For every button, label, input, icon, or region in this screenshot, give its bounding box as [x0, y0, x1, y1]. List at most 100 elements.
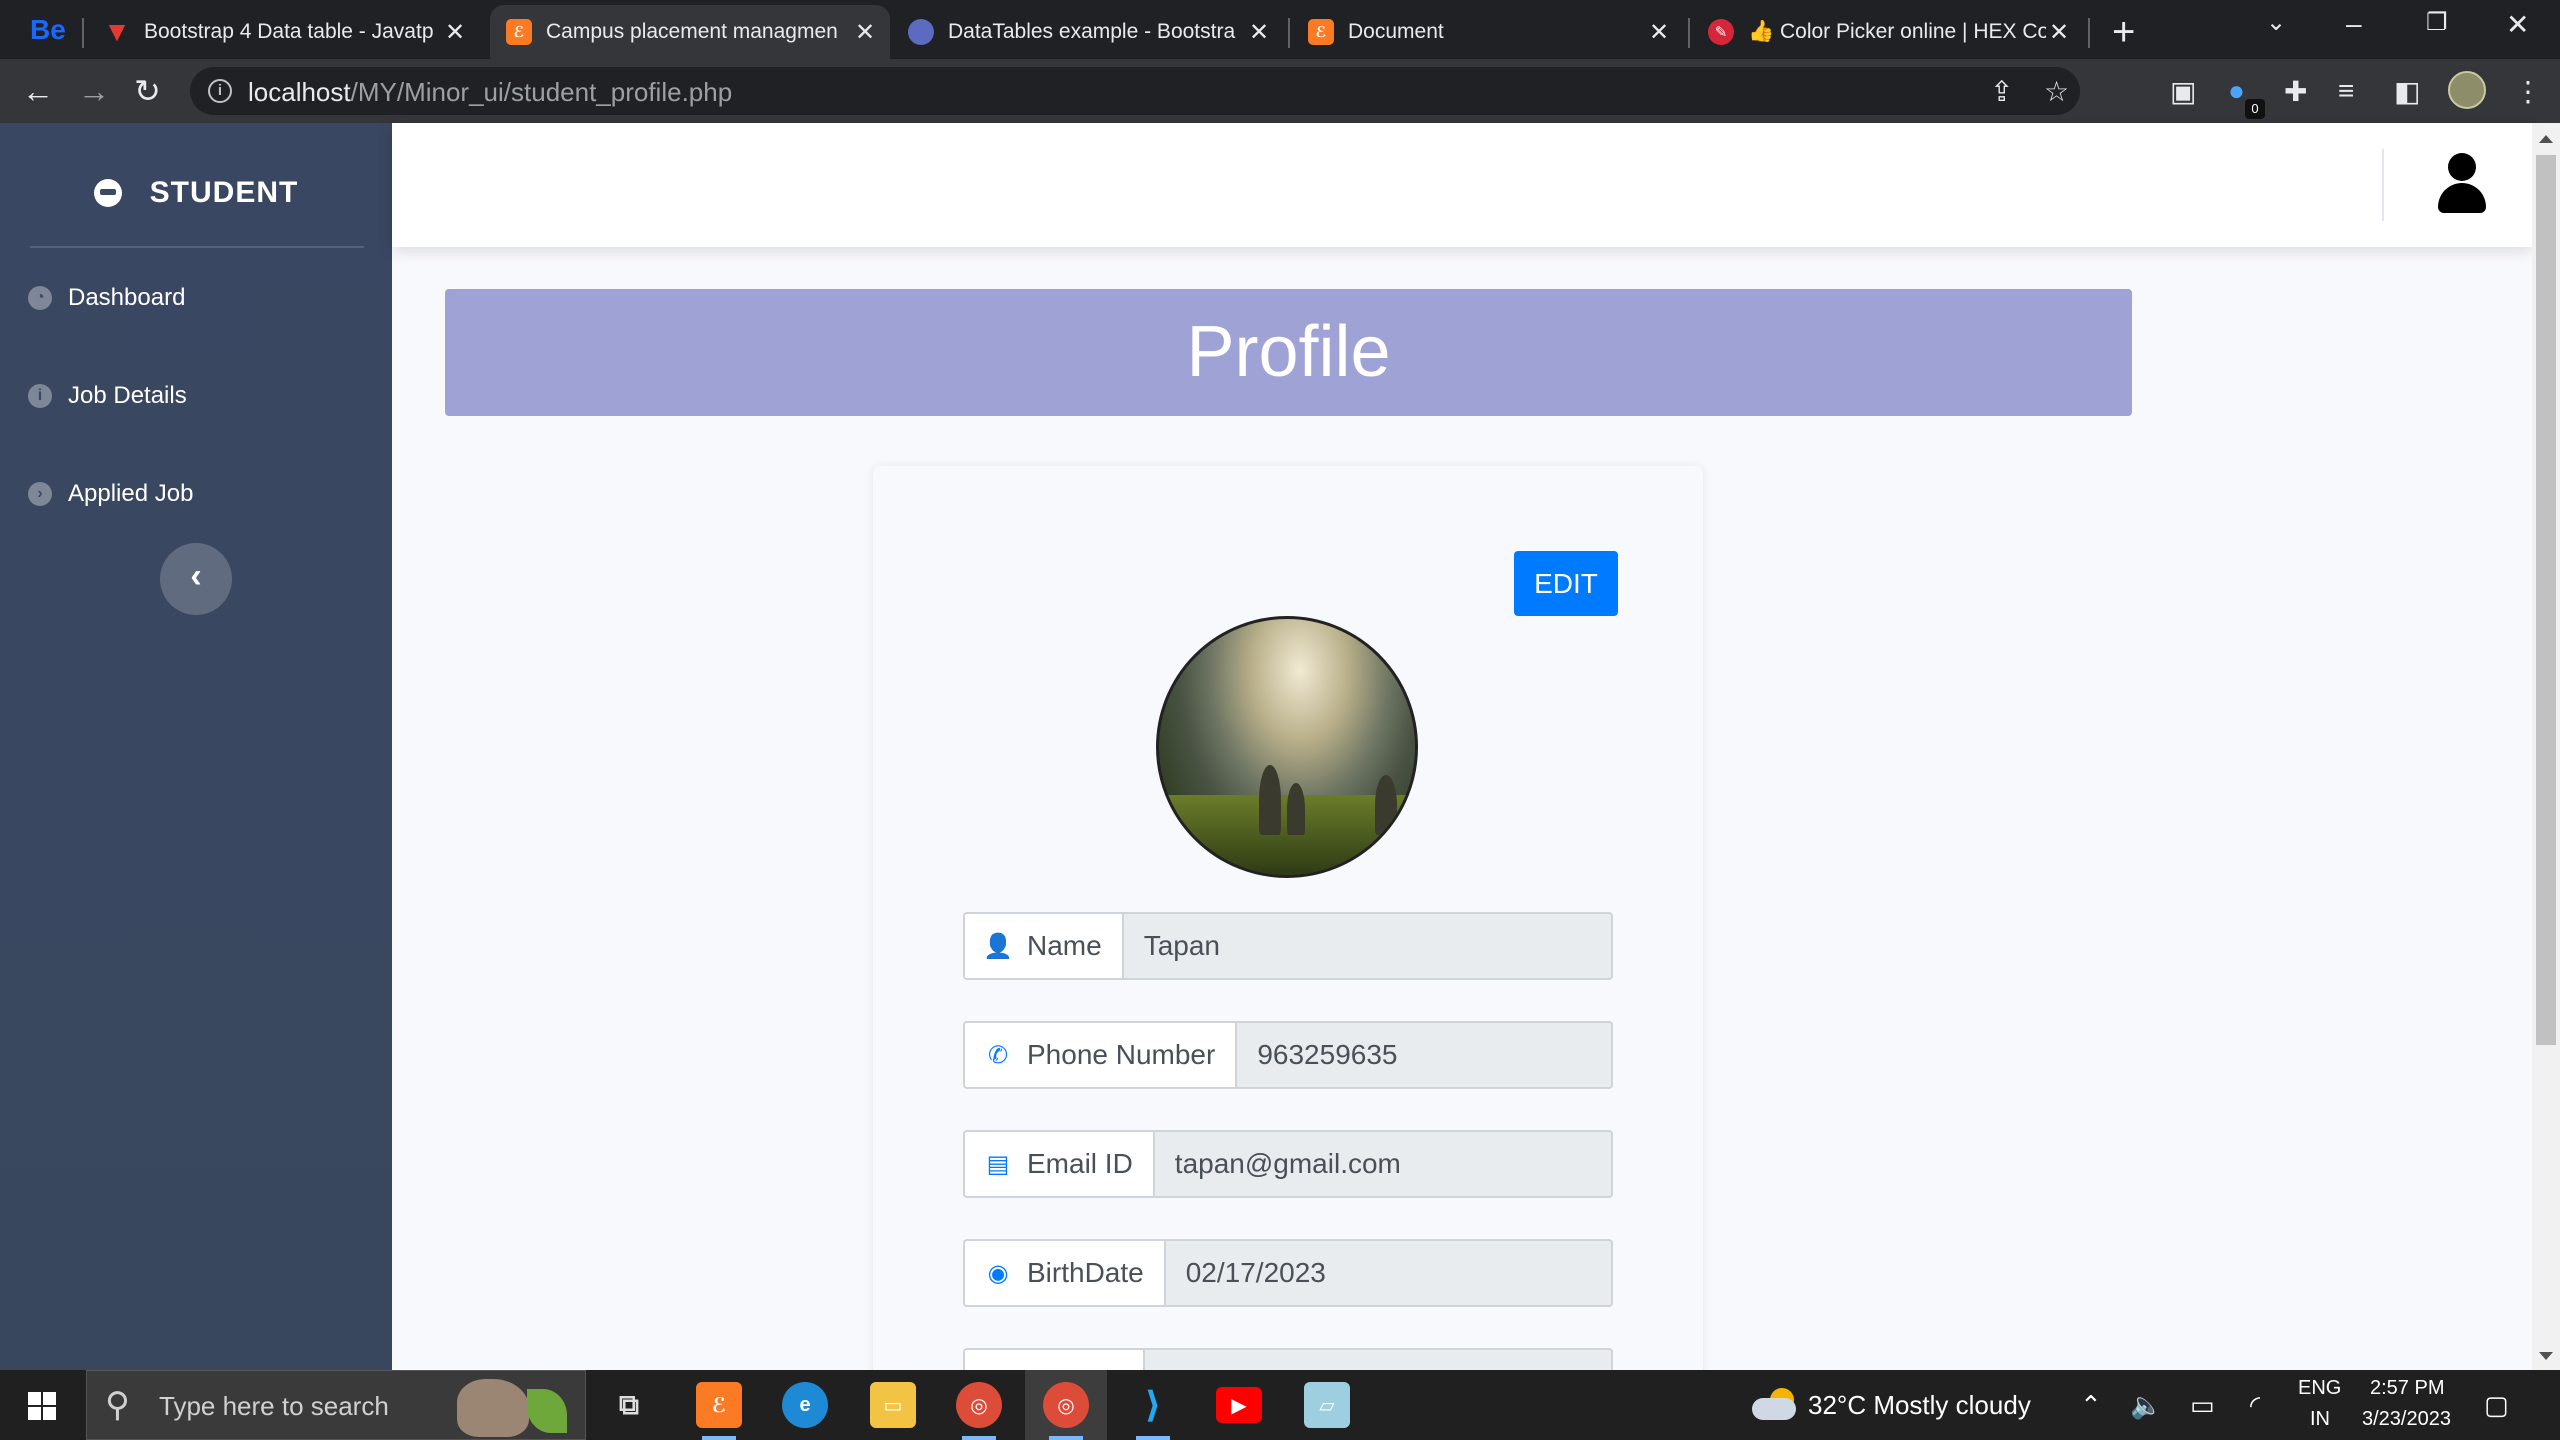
notification-icon[interactable]: ▢ [2484, 1390, 2509, 1421]
sidebar-item-label: Dashboard [68, 284, 186, 311]
close-icon[interactable]: ✕ [2046, 18, 2072, 47]
brand-label: STUDENT [149, 176, 299, 209]
close-icon[interactable]: ✕ [1246, 18, 1272, 47]
sidebar-item-dashboard[interactable]: ◔ Dashboard [28, 278, 185, 318]
name-input-group: 👤 Name Tapan [963, 912, 1613, 980]
phone-icon: ✆ [987, 1041, 1009, 1069]
search-highlight-image [457, 1379, 529, 1437]
page-scrollbar[interactable] [2532, 123, 2560, 1370]
share-icon[interactable]: ⇪ [1990, 75, 2013, 108]
page-title: Profile [445, 289, 2132, 416]
search-placeholder: Type here to search [159, 1391, 389, 1421]
chrome-active-icon[interactable]: ◎ [1043, 1382, 1089, 1440]
tab-separator [1688, 18, 1690, 48]
battery-icon[interactable]: ▭ [2190, 1390, 2215, 1421]
volume-icon[interactable]: 🔈 [2130, 1390, 2162, 1421]
top-navbar [392, 123, 2532, 247]
windows-start-icon[interactable] [28, 1392, 56, 1420]
wifi-icon[interactable]: ◜ [2250, 1390, 2260, 1421]
url-text[interactable]: localhost/MY/Minor_ui/student_profile.ph… [248, 77, 732, 108]
tab-separator [1288, 18, 1290, 48]
sidebar-brand[interactable]: STUDENT [0, 163, 392, 223]
forward-button[interactable]: → [78, 71, 110, 111]
sidebar: STUDENT ◔ Dashboard i Job Details › Appl… [0, 123, 392, 1370]
extension-icon[interactable]: ▣ [2170, 75, 2196, 108]
name-label: 👤 Name [963, 912, 1122, 980]
chevron-up-icon[interactable]: ⌃ [2080, 1390, 2102, 1421]
email-input-group: ▤ Email ID tapan@gmail.com [963, 1130, 1613, 1198]
sidebar-item-label: Job Details [68, 382, 187, 409]
scroll-down-arrow-icon[interactable] [2539, 1352, 2553, 1360]
dashboard-icon: ◔ [28, 286, 52, 310]
behance-pinned-tab[interactable]: Be [30, 14, 66, 46]
vivaldi-v-icon: ▼ [103, 16, 131, 47]
address-bar[interactable]: i localhost/MY/Minor_ui/student_profile.… [190, 67, 2080, 115]
site-info-icon[interactable]: i [208, 79, 232, 103]
extension-ghost-icon[interactable]: ● [2228, 75, 2245, 107]
close-icon[interactable]: ✕ [442, 18, 468, 47]
language-bottom[interactable]: IN [2310, 1408, 2330, 1431]
tab-title: DataTables example - Bootstra [948, 20, 1236, 43]
taskbar-search-box[interactable]: ⚲ Type here to search [86, 1370, 586, 1440]
tab-document[interactable]: ℰ Document ✕ [1292, 5, 1684, 59]
close-icon[interactable]: ✕ [1646, 18, 1672, 47]
side-panel-icon[interactable]: ◧ [2394, 75, 2420, 108]
tab-title: Document [1348, 20, 1444, 43]
bookmark-star-icon[interactable]: ☆ [2044, 75, 2069, 108]
clock-time[interactable]: 2:57 PM [2370, 1377, 2444, 1400]
minimize-button[interactable]: – [2346, 8, 2362, 40]
phone-input-group: ✆ Phone Number 963259635 [963, 1021, 1613, 1089]
name-field[interactable]: Tapan [1121, 912, 1613, 980]
next-input-group-partial [963, 1348, 1613, 1370]
edit-button[interactable]: EDIT [1514, 551, 1618, 616]
xampp-taskbar-icon[interactable]: ℰ [696, 1382, 742, 1440]
tab-datatables-example[interactable]: DataTables example - Bootstra ✕ [892, 5, 1284, 59]
windows-taskbar: ⚲ Type here to search ⧉ ℰ e ▭ ◎ ◎ ⟩ ▶ ▱ … [0, 1370, 2560, 1440]
smile-icon [93, 179, 122, 207]
reload-button[interactable]: ↻ [134, 71, 161, 111]
dot-circle-icon: ◉ [987, 1259, 1009, 1287]
sidebar-toggle-button[interactable]: ‹ [160, 543, 232, 615]
profile-avatar[interactable] [2448, 71, 2486, 109]
email-field[interactable]: tapan@gmail.com [1152, 1130, 1613, 1198]
tab-title: Campus placement managmen [546, 20, 838, 43]
tab-color-picker[interactable]: ✎ 👍 Color Picker online | HEX Co ✕ [1692, 5, 2084, 59]
tab-bootstrap-datatable[interactable]: ▼ Bootstrap 4 Data table - Javatp ✕ [88, 5, 480, 59]
clock-date[interactable]: 3/23/2023 [2362, 1408, 2451, 1431]
restore-button[interactable]: ❐ [2426, 8, 2448, 37]
phone-field[interactable]: 963259635 [1235, 1021, 1613, 1089]
close-icon[interactable]: ✕ [852, 18, 878, 47]
tab-search-icon[interactable]: ⌄ [2266, 8, 2286, 37]
new-tab-button[interactable]: + [2112, 10, 2135, 55]
birthdate-field[interactable]: 02/17/2023 [1163, 1239, 1613, 1307]
youtube-icon[interactable]: ▶ [1216, 1387, 1262, 1423]
chrome-icon[interactable]: ◎ [956, 1382, 1002, 1440]
reading-list-icon[interactable]: ≡ [2338, 75, 2354, 107]
language-top[interactable]: ENG [2298, 1377, 2341, 1400]
browser-toolbar: ← → ↻ i localhost/MY/Minor_ui/student_pr… [0, 59, 2560, 123]
edge-icon[interactable]: e [782, 1382, 828, 1428]
sidebar-item-job-details[interactable]: i Job Details [28, 376, 187, 416]
user-icon: 👤 [983, 932, 1013, 960]
puzzle-icon[interactable]: ✚ [2284, 75, 2307, 108]
weather-icon[interactable] [1752, 1388, 1796, 1420]
weather-text[interactable]: 32°C Mostly cloudy [1808, 1390, 2031, 1421]
task-view-icon[interactable]: ⧉ [606, 1382, 652, 1428]
sidebar-divider [30, 246, 364, 248]
tab-separator [2088, 18, 2090, 48]
tab-campus-placement[interactable]: ℰ Campus placement managmen ✕ [490, 5, 890, 59]
close-window-button[interactable]: ✕ [2506, 8, 2529, 41]
user-icon[interactable] [2432, 153, 2492, 215]
vscode-icon[interactable]: ⟩ [1130, 1382, 1176, 1440]
birthdate-input-group: ◉ BirthDate 02/17/2023 [963, 1239, 1613, 1307]
topbar-divider [2382, 149, 2384, 221]
datatables-icon [908, 19, 934, 45]
scroll-up-arrow-icon[interactable] [2539, 135, 2553, 143]
back-button[interactable]: ← [22, 71, 54, 111]
notepad-icon[interactable]: ▱ [1304, 1382, 1350, 1428]
file-explorer-icon[interactable]: ▭ [870, 1382, 916, 1428]
sidebar-item-applied-job[interactable]: › Applied Job [28, 474, 193, 514]
menu-kebab-icon[interactable]: ⋮ [2514, 75, 2542, 108]
xampp-icon: ℰ [1308, 19, 1334, 45]
scrollbar-thumb[interactable] [2536, 155, 2556, 1045]
